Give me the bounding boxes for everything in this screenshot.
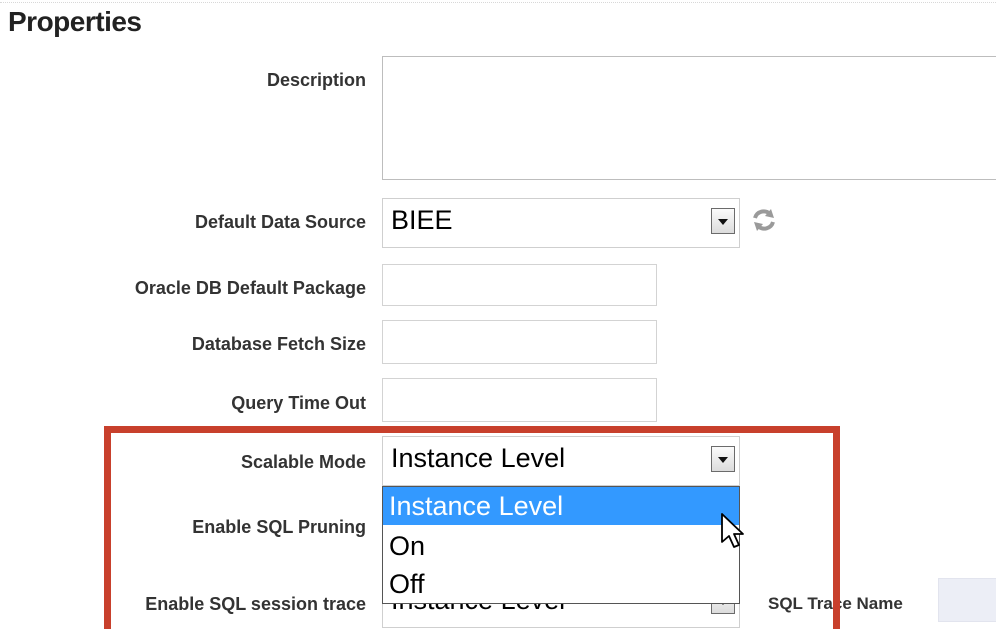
sql-trace-name-input[interactable] xyxy=(938,578,996,622)
database-fetch-size-label: Database Fetch Size xyxy=(191,334,366,354)
description-textarea[interactable] xyxy=(382,56,996,180)
chevron-down-icon[interactable] xyxy=(711,208,735,234)
query-time-out-input[interactable] xyxy=(382,378,657,422)
oracle-db-default-package-input[interactable] xyxy=(382,264,657,306)
default-data-source-label: Default Data Source xyxy=(194,212,366,232)
oracle-db-default-package-label: Oracle DB Default Package xyxy=(134,278,366,298)
refresh-icon[interactable] xyxy=(750,206,778,234)
query-time-out-label: Query Time Out xyxy=(231,393,366,413)
default-data-source-value: BIEE xyxy=(391,205,453,235)
properties-page: Properties Description Default Data Sour… xyxy=(0,0,996,629)
database-fetch-size-input[interactable] xyxy=(382,320,657,364)
description-label: Description xyxy=(266,70,366,90)
default-data-source-select[interactable]: BIEE xyxy=(382,198,740,248)
highlight-box xyxy=(104,426,840,629)
top-divider xyxy=(0,2,996,3)
section-title: Properties xyxy=(8,6,142,37)
